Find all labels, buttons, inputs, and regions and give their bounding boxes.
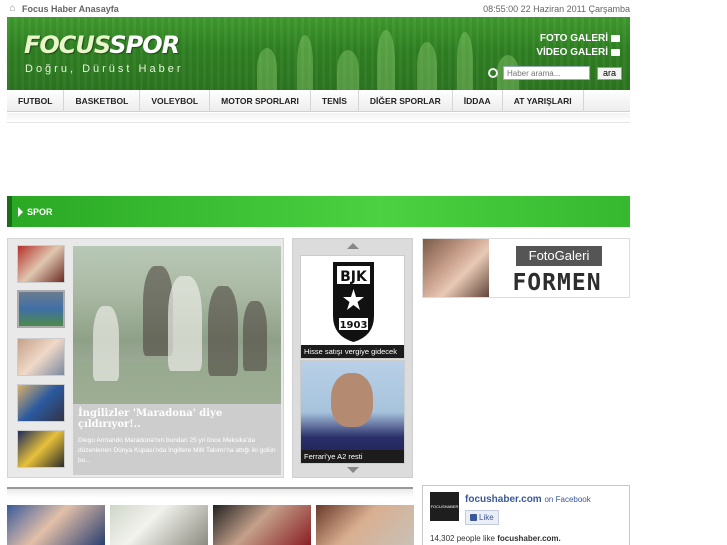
news-scroller: BJK 1903 Hisse satışı vergiye gidecek Fe… <box>292 238 413 478</box>
image-figure <box>243 301 267 371</box>
banner-photo <box>423 239 489 297</box>
athlete-silhouette <box>457 32 473 90</box>
facebook-like-count: 14,302 people like focushaber.com. <box>430 534 561 543</box>
facebook-page-name[interactable]: focushaber.com on Facebook <box>465 494 591 505</box>
home-link[interactable]: ⌂ Focus Haber Anasayfa <box>7 3 119 14</box>
besiktas-crest-icon: BJK 1903 <box>301 256 404 346</box>
bottom-news-thumb[interactable] <box>7 505 105 545</box>
nav-item-tenis[interactable]: TENİS <box>311 90 359 112</box>
nav-item-diger-sporlar[interactable]: DİĞER SPORLAR <box>359 90 453 112</box>
scroller-card-title: Hisse satışı vergiye gidecek <box>301 345 404 358</box>
nav-item-motor-sporlari[interactable]: MOTOR SPORLARI <box>210 90 311 112</box>
slider-summary: Diego Armando Maradona'nın bundan 25 yıl… <box>78 437 276 464</box>
current-datetime: 08:55:00 22 Haziran 2011 Çarşamba <box>483 3 630 14</box>
section-title: SPOR <box>27 206 53 217</box>
sub-nav-bar <box>7 113 630 123</box>
slider-headline: İngilizler 'Maradona' diye çıldırıyor!.. <box>78 408 223 430</box>
scroll-up-arrow-icon[interactable] <box>347 243 359 249</box>
facebook-page-logo[interactable]: FOCUSHABER <box>430 492 459 521</box>
content-divider <box>7 487 413 498</box>
slider-caption[interactable]: İngilizler 'Maradona' diye çıldırıyor!..… <box>73 404 281 475</box>
athlete-silhouette <box>377 30 395 90</box>
home-icon: ⌂ <box>9 3 16 14</box>
video-galeri-label: VİDEO GALERİ <box>536 47 608 58</box>
search-bar: ara <box>488 66 622 80</box>
image-figure <box>93 306 119 381</box>
facebook-count-site: focushaber.com. <box>497 534 561 543</box>
bottom-news-thumb[interactable] <box>213 505 311 545</box>
bottom-news-thumb[interactable] <box>316 505 414 545</box>
nav-item-iddaa[interactable]: İDDAA <box>453 90 503 112</box>
bottom-news-thumb[interactable] <box>110 505 208 545</box>
athlete-silhouette <box>417 42 437 90</box>
thumbs-up-icon <box>470 514 477 521</box>
scroller-card[interactable]: Ferrari'ye A2 resti <box>300 360 405 464</box>
fotogaleri-banner[interactable]: FotoGaleri FORMEN <box>422 238 630 298</box>
crest-letters: BJK <box>340 269 368 285</box>
player-photo <box>331 373 373 427</box>
image-figure <box>208 286 238 376</box>
scroller-card[interactable]: BJK 1903 Hisse satışı vergiye gidecek <box>300 255 405 359</box>
home-link-label: Focus Haber Anasayfa <box>22 3 119 14</box>
camera-icon <box>611 35 620 42</box>
site-header: FOCUSSPOR Doğru, Dürüst Haber FOTO GALER… <box>7 17 630 90</box>
nav-item-at-yarislari[interactable]: AT YARIŞLARI <box>503 90 584 112</box>
facebook-like-button[interactable]: Like <box>465 510 499 525</box>
athlete-silhouette <box>297 35 313 90</box>
slider-thumb[interactable] <box>17 430 65 468</box>
slider-thumb[interactable] <box>17 384 65 422</box>
athlete-silhouette <box>337 50 359 90</box>
slider-thumb[interactable] <box>17 290 65 328</box>
banner-label-bottom: FORMEN <box>512 270 602 296</box>
crest-year: 1903 <box>340 320 368 331</box>
slider-main-image[interactable] <box>73 246 281 404</box>
search-icon <box>488 68 498 78</box>
nav-item-futbol[interactable]: FUTBOL <box>7 90 65 112</box>
athlete-silhouette <box>257 48 277 90</box>
page: ⌂ Focus Haber Anasayfa 08:55:00 22 Hazir… <box>0 0 727 545</box>
news-slider: İngilizler 'Maradona' diye çıldırıyor!..… <box>7 238 284 478</box>
facebook-page-link[interactable]: focushaber.com <box>465 494 542 505</box>
main-nav: FUTBOL BASKETBOL VOLEYBOL MOTOR SPORLARI… <box>7 90 630 112</box>
image-figure <box>168 276 202 371</box>
nav-item-basketbol[interactable]: BASKETBOL <box>64 90 141 112</box>
video-camera-icon <box>611 49 620 56</box>
slider-thumb[interactable] <box>17 338 65 376</box>
section-arrow-icon <box>18 206 23 217</box>
facebook-like-label: Like <box>479 513 494 522</box>
slider-thumb[interactable] <box>17 245 65 283</box>
scroller-card-title: Ferrari'ye A2 resti <box>301 450 404 463</box>
nav-item-voleybol[interactable]: VOLEYBOL <box>140 90 211 112</box>
section-accent <box>7 196 12 227</box>
banner-label-top: FotoGaleri <box>516 246 602 266</box>
logo-spor: SPOR <box>109 31 180 59</box>
facebook-count-text: 14,302 people like <box>430 534 495 543</box>
site-slogan: Doğru, Dürüst Haber <box>25 63 184 75</box>
logo-focus: FOCUS <box>24 31 110 59</box>
top-bar: ⌂ Focus Haber Anasayfa 08:55:00 22 Hazir… <box>7 0 630 17</box>
facebook-like-box: FOCUSHABER focushaber.com on Facebook Li… <box>422 485 630 545</box>
video-galeri-link[interactable]: VİDEO GALERİ <box>536 47 620 58</box>
section-header: SPOR <box>7 196 630 227</box>
site-logo[interactable]: FOCUSSPOR <box>24 31 180 59</box>
facebook-on-label: on Facebook <box>544 495 591 504</box>
foto-galeri-label: FOTO GALERİ <box>539 33 608 44</box>
search-input[interactable] <box>503 66 590 80</box>
search-button[interactable]: ara <box>597 66 622 80</box>
scroll-down-arrow-icon[interactable] <box>347 467 359 473</box>
foto-galeri-link[interactable]: FOTO GALERİ <box>540 33 620 44</box>
